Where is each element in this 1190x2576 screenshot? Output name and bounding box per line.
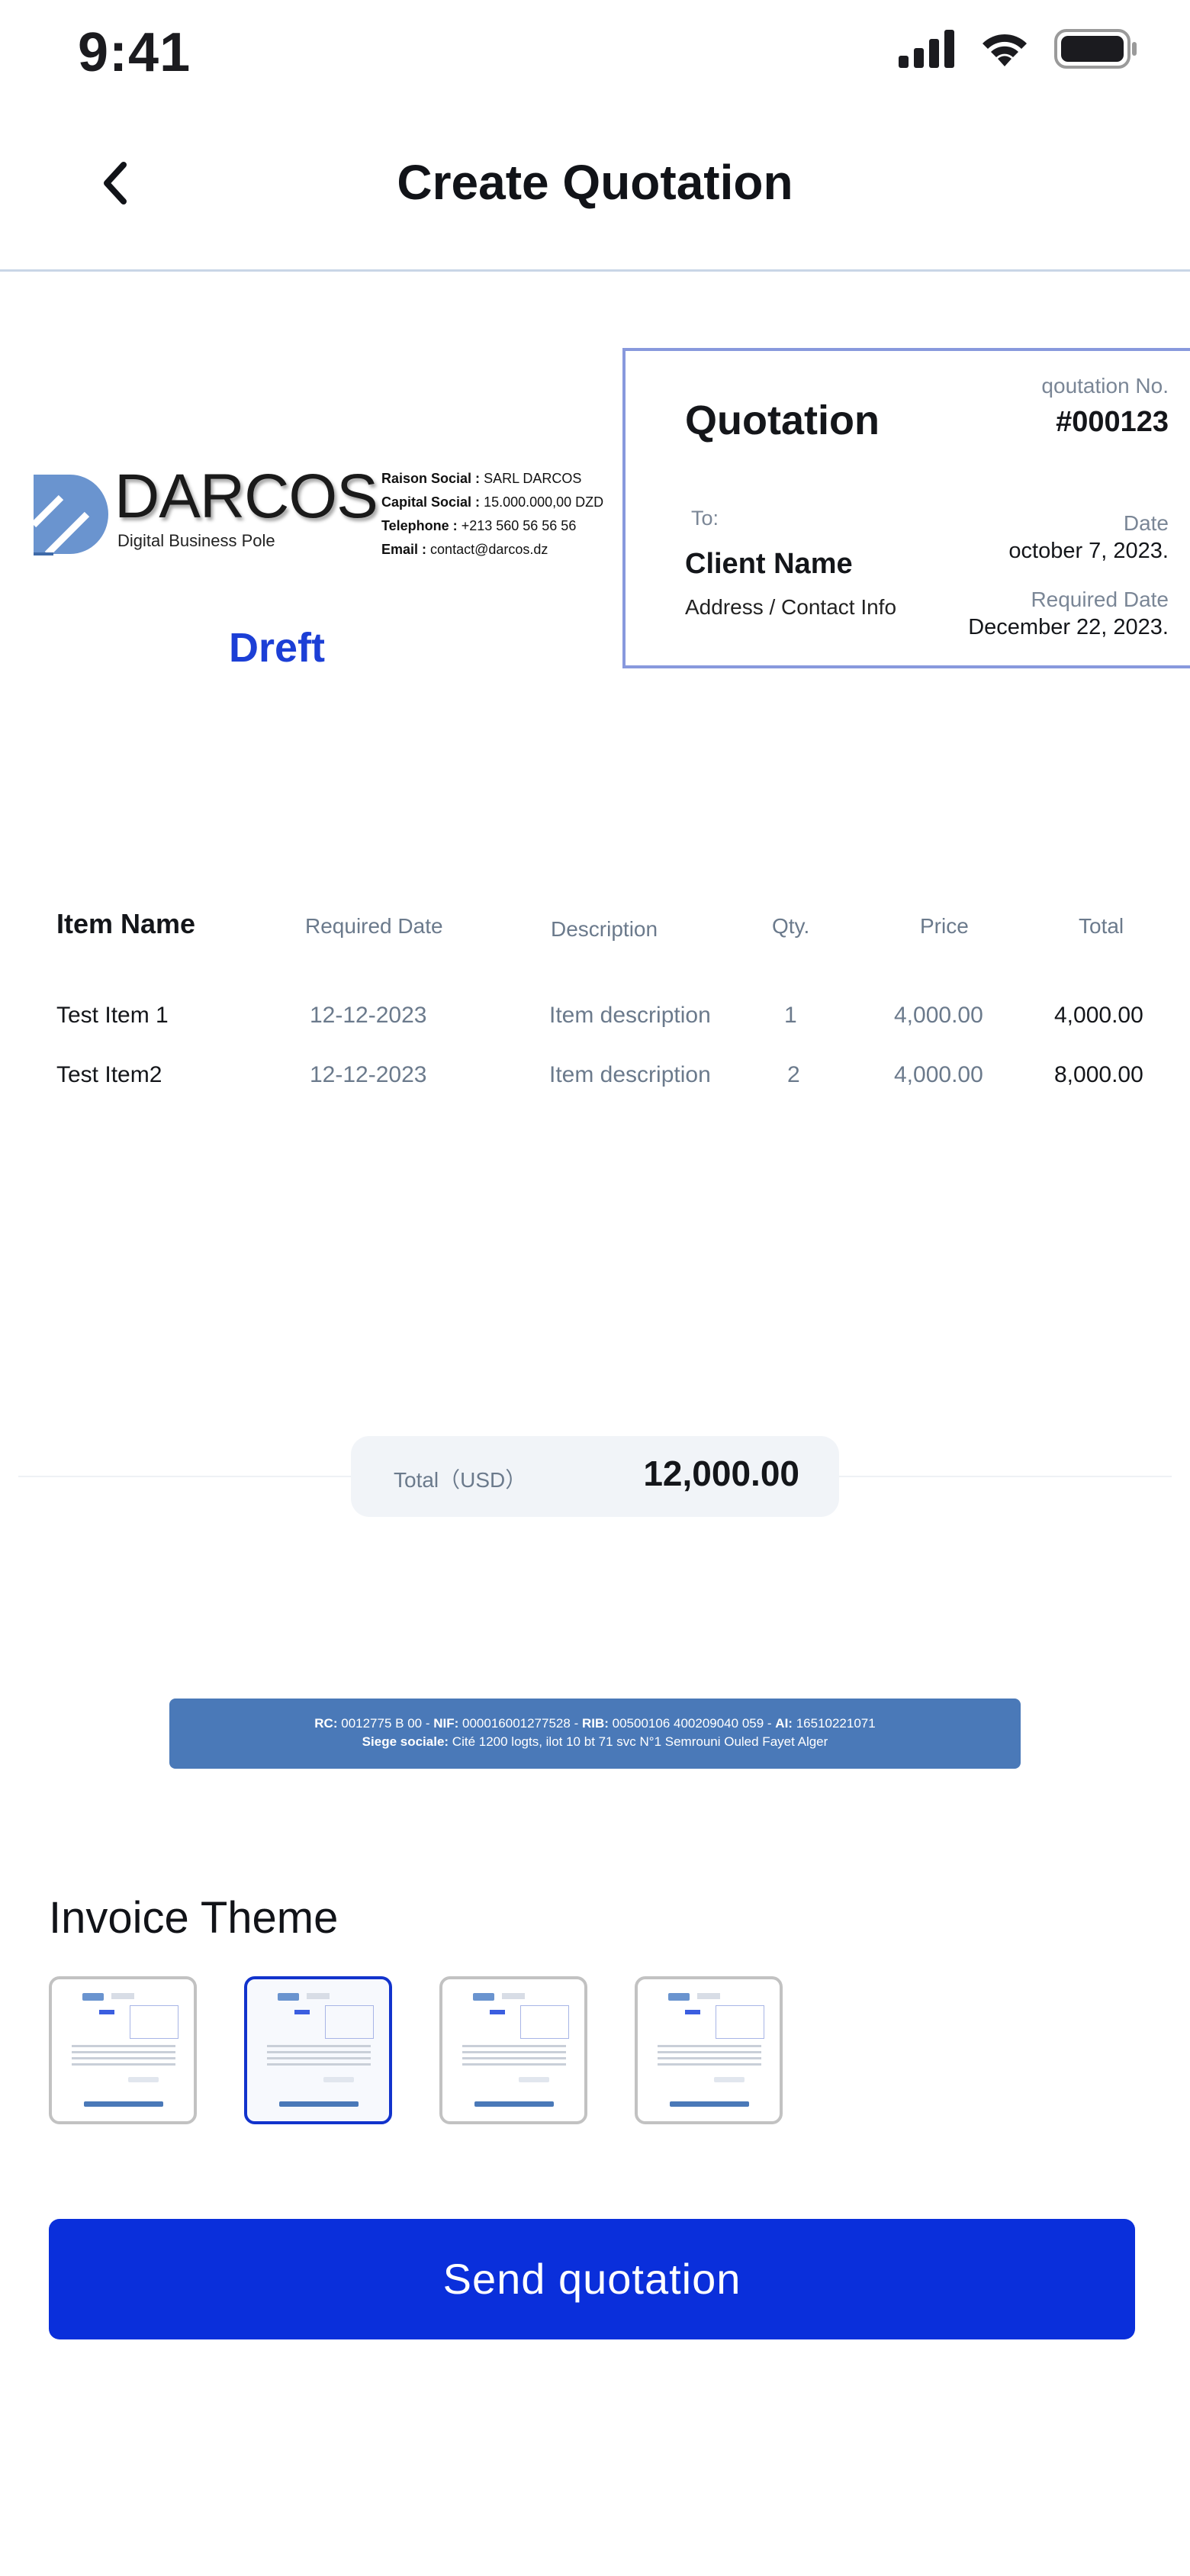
logo-wordmark: DARCOS — [114, 462, 378, 531]
theme-preview — [69, 1990, 178, 2112]
row-item-name: Test Item2 — [56, 1062, 162, 1087]
telephone-line: Telephone : +213 560 56 56 56 — [381, 518, 577, 533]
row-required-date: 12-12-2023 — [310, 1062, 427, 1087]
theme-preview — [459, 1990, 569, 2112]
header-price: Price — [920, 914, 969, 938]
status-icons — [899, 26, 1138, 72]
row-total: 4,000.00 — [1054, 1003, 1143, 1028]
quotation-number: #000123 — [1056, 406, 1169, 438]
company-logo: DARCOS Digital Business Pole — [31, 465, 378, 565]
client-address: Address / Contact Info — [685, 595, 897, 619]
row-description: Item description — [549, 1062, 711, 1087]
header-qty: Qty. — [772, 914, 810, 938]
document-status-label: Dreft — [229, 625, 326, 671]
quotation-header-box: Quotation qoutation No. #000123 To: Clie… — [622, 348, 1190, 668]
status-bar: 9:41 — [0, 0, 1190, 99]
quotation-number-label: qoutation No. — [1041, 374, 1169, 398]
wifi-icon — [983, 34, 1027, 66]
battery-icon — [1054, 29, 1137, 69]
theme-option[interactable] — [244, 1976, 392, 2124]
app-header: Create Quotation — [0, 114, 1190, 272]
header-total: Total — [1079, 914, 1124, 938]
row-price: 4,000.00 — [894, 1003, 983, 1028]
email-line: Email : contact@darcos.dz — [381, 542, 548, 557]
theme-option[interactable] — [49, 1976, 197, 2124]
row-qty: 2 — [787, 1062, 800, 1087]
theme-options — [49, 1976, 812, 2126]
to-label: To: — [691, 507, 719, 530]
theme-option[interactable] — [635, 1976, 783, 2124]
legal-ids-line: RC: 0012775 B 00 - NIF: 000016001277528 … — [314, 1716, 876, 1731]
quotation-date: october 7, 2023. — [1008, 539, 1169, 563]
header-item-name: Item Name — [56, 908, 196, 939]
required-date-label: Required Date — [1031, 588, 1169, 611]
required-date: December 22, 2023. — [968, 615, 1169, 639]
raison-social-line: Raison Social : SARL DARCOS — [381, 471, 582, 486]
header-description: Description — [551, 917, 658, 941]
status-time: 9:41 — [78, 22, 191, 83]
row-description: Item description — [549, 1003, 711, 1028]
total-value: 12,000.00 — [643, 1454, 799, 1493]
row-total: 8,000.00 — [1054, 1062, 1143, 1087]
company-legal-footer: RC: 0012775 B 00 - NIF: 000016001277528 … — [169, 1699, 1021, 1769]
page-title: Create Quotation — [397, 155, 793, 210]
quotation-title: Quotation — [685, 398, 880, 443]
total-summary: Total（USD） 12,000.00 — [351, 1436, 839, 1517]
row-required-date: 12-12-2023 — [310, 1003, 427, 1028]
client-name: Client Name — [685, 548, 853, 580]
invoice-theme-title: Invoice Theme — [49, 1893, 339, 1943]
total-label: Total（USD） — [394, 1468, 527, 1492]
company-info: Raison Social : SARL DARCOS Capital Soci… — [381, 467, 603, 562]
headquarters-line: Siege sociale: Cité 1200 logts, ilot 10 … — [362, 1734, 828, 1749]
darcos-logo-icon — [31, 475, 108, 557]
capital-line: Capital Social : 15.000.000,00 DZD — [381, 494, 604, 510]
theme-option[interactable] — [439, 1976, 587, 2124]
signal-icon — [899, 30, 954, 68]
send-quotation-button[interactable]: Send quotation — [49, 2219, 1135, 2339]
theme-preview — [654, 1990, 764, 2112]
header-required-date: Required Date — [305, 914, 443, 938]
row-item-name: Test Item 1 — [56, 1003, 169, 1028]
theme-preview — [264, 1990, 374, 2112]
row-price: 4,000.00 — [894, 1062, 983, 1087]
logo-subtitle: Digital Business Pole — [117, 531, 275, 550]
date-label: Date — [1123, 511, 1169, 535]
row-qty: 1 — [784, 1003, 797, 1028]
